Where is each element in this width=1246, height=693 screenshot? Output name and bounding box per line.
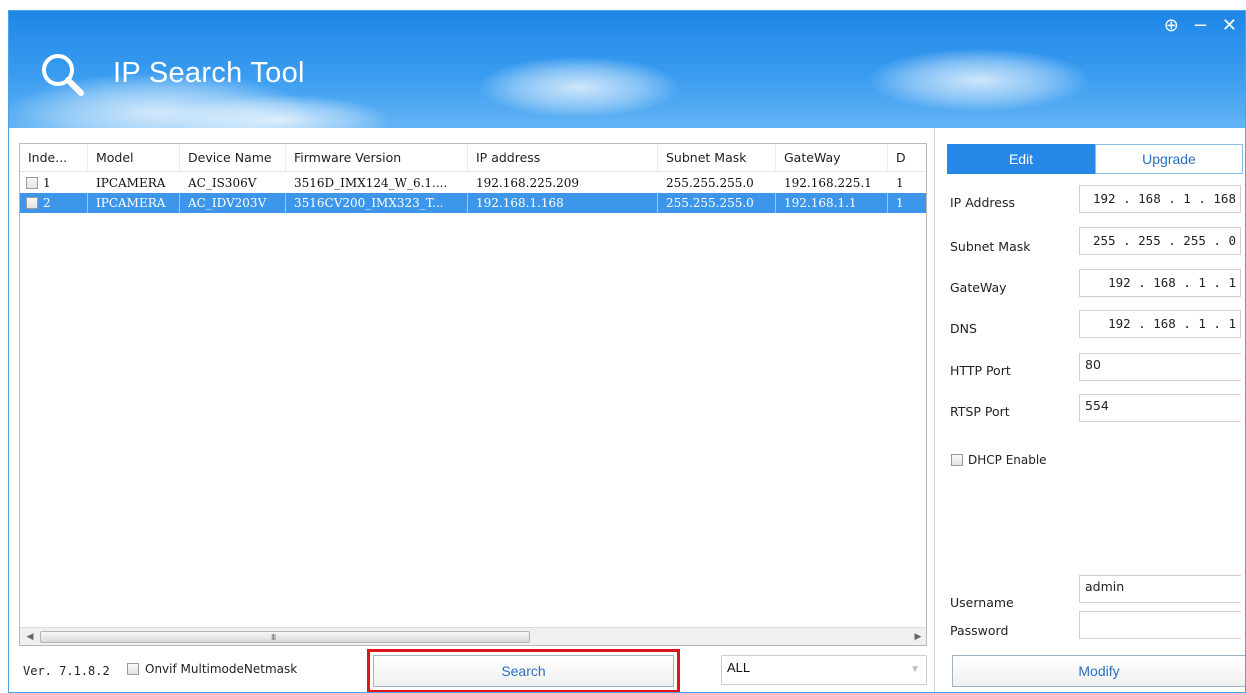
panel-divider [934,128,935,692]
cell-d: 1 [888,193,926,213]
username-field[interactable]: admin [1079,575,1241,603]
cell-firmware: 3516CV200_IMX323_T... [286,193,468,213]
cell-gateway: 192.168.1.1 [776,193,888,213]
column-header-index[interactable]: Inde... [20,144,88,171]
cell-mask: 255.255.255.0 [666,176,754,190]
dhcp-enable-checkbox[interactable]: DHCP Enable [951,453,1047,467]
http-port-field[interactable]: 80 [1079,353,1241,381]
column-header-d[interactable]: D [888,144,926,171]
dhcp-label: DHCP Enable [968,453,1047,467]
title-banner: IP Search Tool ⊕ − ✕ [9,11,1245,128]
table-row[interactable]: 2 IPCAMERA AC_IDV203V 3516CV200_IMX323_T… [20,193,926,213]
chevron-down-icon[interactable]: ▼ [910,656,920,684]
cell-device-name: AC_IS306V [188,176,257,190]
close-icon[interactable]: ✕ [1222,15,1237,37]
scrollbar-thumb[interactable]: III [40,631,530,643]
column-header-device-name[interactable]: Device Name [180,144,286,171]
cell-ip: 192.168.1.168 [468,193,658,213]
row-index: 1 [43,176,51,190]
dhcp-checkbox-box[interactable] [951,454,963,466]
version-label: Ver. 7.1.8.2 [23,664,110,678]
rtsp-port-field[interactable]: 554 [1079,394,1241,422]
cell-model: IPCAMERA [88,193,180,213]
subnet-mask-label: Subnet Mask [950,239,1031,254]
column-header-model[interactable]: Model [88,144,180,171]
scroll-left-icon[interactable]: ◀ [22,628,38,645]
scroll-right-icon[interactable]: ▶ [910,628,926,645]
window-controls: ⊕ − ✕ [1164,15,1237,37]
pin-icon[interactable]: ⊕ [1164,15,1179,37]
gateway-field[interactable]: 192 . 168 . 1 . 1 [1079,269,1241,297]
cell-device-name: AC_IDV203V [180,193,286,213]
cloud-decoration [869,49,1089,111]
username-label: Username [950,595,1014,610]
tab-edit[interactable]: Edit [947,144,1095,174]
ip-search-tool-window: IP Search Tool ⊕ − ✕ Inde... Model Devic… [8,10,1246,693]
onvif-multimode-checkbox[interactable]: Onvif MultimodeNetmask [127,662,297,676]
password-field[interactable] [1079,611,1241,639]
cell-model: IPCAMERA [96,176,166,190]
tab-upgrade[interactable]: Upgrade [1095,144,1243,174]
cell-firmware: 3516D_IMX124_W_6.1.... [294,176,448,190]
onvif-checkbox-box[interactable] [127,663,139,675]
app-title: IP Search Tool [113,57,305,89]
table-body: 1 IPCAMERA AC_IS306V 3516D_IMX124_W_6.1.… [20,173,926,213]
cell-mask: 255.255.255.0 [658,193,776,213]
modify-button[interactable]: Modify [952,655,1245,687]
rtsp-port-label: RTSP Port [950,404,1010,419]
table-row[interactable]: 1 IPCAMERA AC_IS306V 3516D_IMX124_W_6.1.… [20,173,926,193]
onvif-label: Onvif MultimodeNetmask [145,662,298,676]
panel-tabs: Edit Upgrade [947,144,1243,174]
magnifier-icon [42,54,84,96]
column-header-ip[interactable]: IP address [468,144,658,171]
cloud-decoration [479,57,679,117]
search-button[interactable]: Search [373,655,674,687]
ip-address-label: IP Address [950,195,1015,210]
filter-value: ALL [727,660,751,675]
device-filter-select[interactable]: ALL ▼ [721,655,927,685]
password-label: Password [950,623,1009,638]
http-port-label: HTTP Port [950,363,1011,378]
ip-address-field[interactable]: 192 . 168 . 1 . 168 [1079,185,1241,213]
column-header-gateway[interactable]: GateWay [776,144,888,171]
column-header-firmware[interactable]: Firmware Version [286,144,468,171]
table-header: Inde... Model Device Name Firmware Versi… [20,144,926,172]
row-index: 2 [43,196,51,210]
gateway-label: GateWay [950,280,1007,295]
minimize-icon[interactable]: − [1193,15,1208,37]
row-checkbox[interactable] [26,177,38,189]
device-table: Inde... Model Device Name Firmware Versi… [19,143,927,646]
cell-d: 1 [896,176,904,190]
column-header-mask[interactable]: Subnet Mask [658,144,776,171]
cell-gateway: 192.168.225.1 [784,176,872,190]
cell-ip: 192.168.225.209 [476,176,580,190]
horizontal-scrollbar[interactable]: ◀ III ▶ [20,627,926,645]
row-checkbox[interactable] [26,197,38,209]
scroll-grip: III [271,633,276,642]
subnet-mask-field[interactable]: 255 . 255 . 255 . 0 [1079,227,1241,255]
dns-field[interactable]: 192 . 168 . 1 . 1 [1079,310,1241,338]
dns-label: DNS [950,321,977,336]
